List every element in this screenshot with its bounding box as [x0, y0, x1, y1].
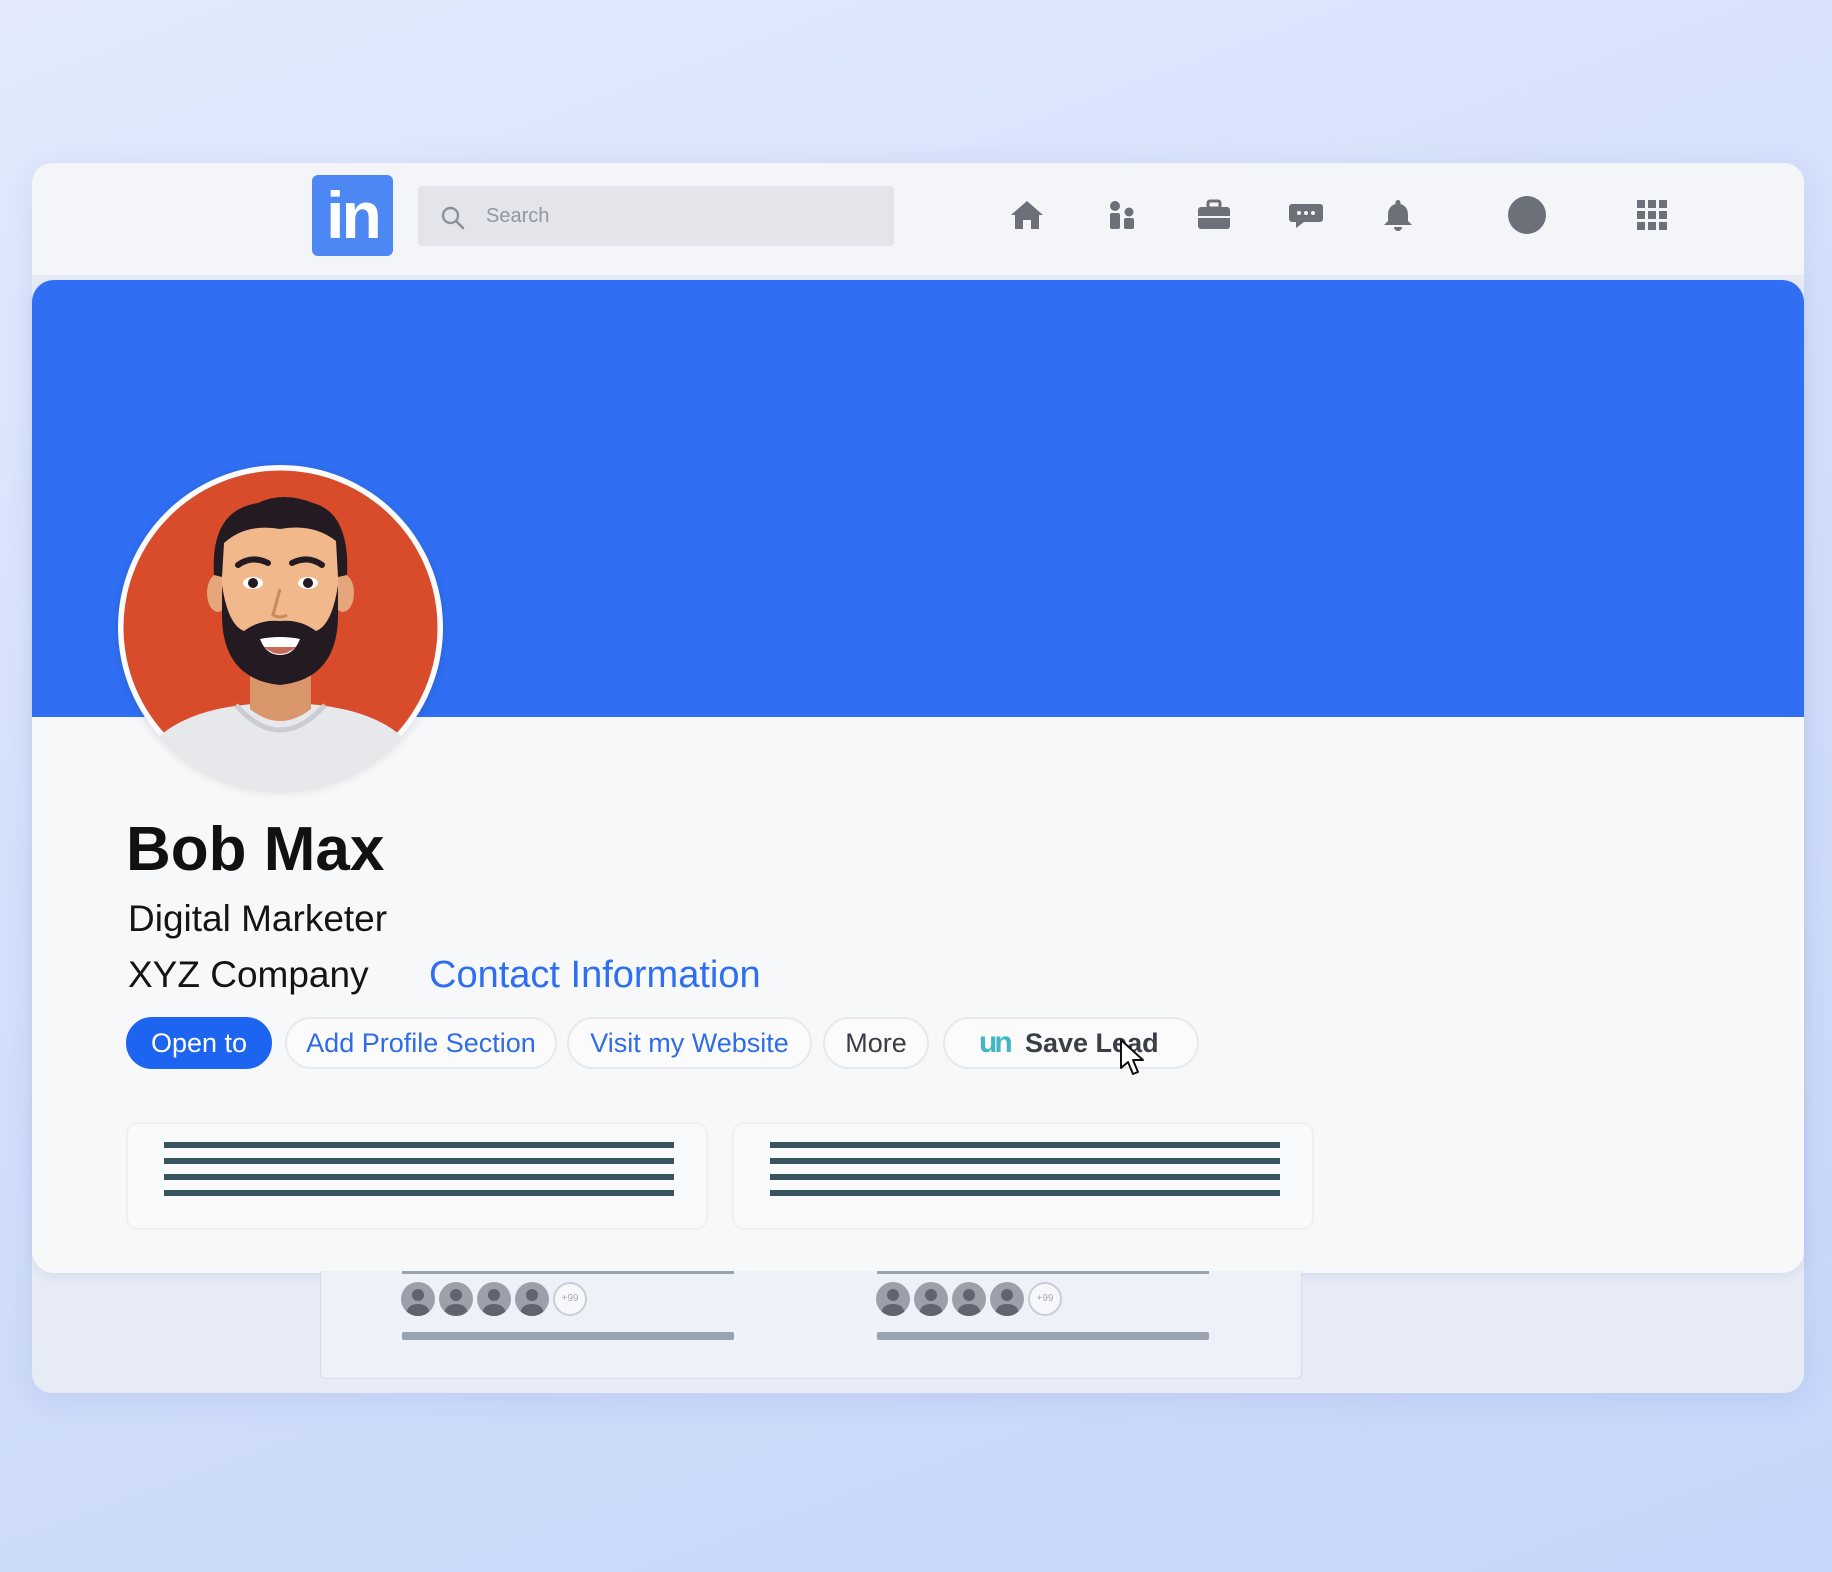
connection-avatar: [401, 1282, 435, 1316]
text-placeholder-line: [877, 1332, 1209, 1340]
add-profile-section-button[interactable]: Add Profile Section: [285, 1017, 557, 1069]
profile-headline: Digital Marketer: [128, 898, 388, 939]
more-button[interactable]: More: [823, 1017, 929, 1069]
save-lead-button[interactable]: un Save Lead: [943, 1017, 1199, 1069]
jobs-icon[interactable]: [1194, 195, 1234, 235]
mouse-cursor-icon: [1120, 1039, 1144, 1075]
profile-name: Bob Max: [126, 815, 385, 884]
text-placeholder-line: [770, 1190, 1280, 1196]
apps-grid-icon[interactable]: [1632, 195, 1672, 235]
save-lead-logo: un: [979, 1026, 1013, 1059]
text-placeholder-line: [164, 1158, 674, 1164]
divider: [402, 1271, 734, 1274]
connection-avatar: [914, 1282, 948, 1316]
me-avatar-icon[interactable]: [1507, 195, 1547, 235]
linkedin-logo[interactable]: in: [312, 175, 393, 256]
top-navigation-bar: in Search: [32, 163, 1804, 275]
profile-company: XYZ Company: [128, 954, 369, 995]
my-network-icon[interactable]: [1102, 195, 1142, 235]
profile-avatar[interactable]: [118, 465, 443, 790]
home-icon[interactable]: [1007, 195, 1047, 235]
divider: [877, 1271, 1209, 1274]
connection-avatar: [990, 1282, 1024, 1316]
text-placeholder-line: [402, 1332, 734, 1340]
text-placeholder-line: [770, 1158, 1280, 1164]
search-input[interactable]: Search: [418, 186, 894, 246]
search-icon: [441, 206, 465, 230]
text-placeholder-line: [164, 1190, 674, 1196]
text-placeholder-line: [770, 1142, 1280, 1148]
app-window: in Search Bob Max Digital Marketer XYZ C…: [32, 163, 1804, 1393]
profile-card: Bob Max Digital Marketer XYZ Company Con…: [32, 280, 1804, 1273]
profile-summary-card: [732, 1122, 1314, 1230]
search-placeholder: Search: [486, 205, 550, 227]
messaging-icon[interactable]: [1286, 195, 1326, 235]
text-placeholder-line: [770, 1174, 1280, 1180]
text-placeholder-line: [164, 1174, 674, 1180]
text-placeholder-line: [164, 1142, 674, 1148]
profile-summary-card: [126, 1122, 708, 1230]
connection-avatar: [439, 1282, 473, 1316]
connection-avatar: [876, 1282, 910, 1316]
more-connections-badge: +99: [553, 1282, 587, 1316]
more-connections-badge: +99: [1028, 1282, 1062, 1316]
visit-website-button[interactable]: Visit my Website: [567, 1017, 812, 1069]
open-to-button[interactable]: Open to: [126, 1017, 272, 1069]
connections-panel: +99 +99: [320, 1271, 1302, 1379]
connection-avatar: [515, 1282, 549, 1316]
connection-avatar: [477, 1282, 511, 1316]
notifications-icon[interactable]: [1378, 195, 1418, 235]
contact-information-link[interactable]: Contact Information: [429, 954, 761, 997]
connection-avatar: [952, 1282, 986, 1316]
